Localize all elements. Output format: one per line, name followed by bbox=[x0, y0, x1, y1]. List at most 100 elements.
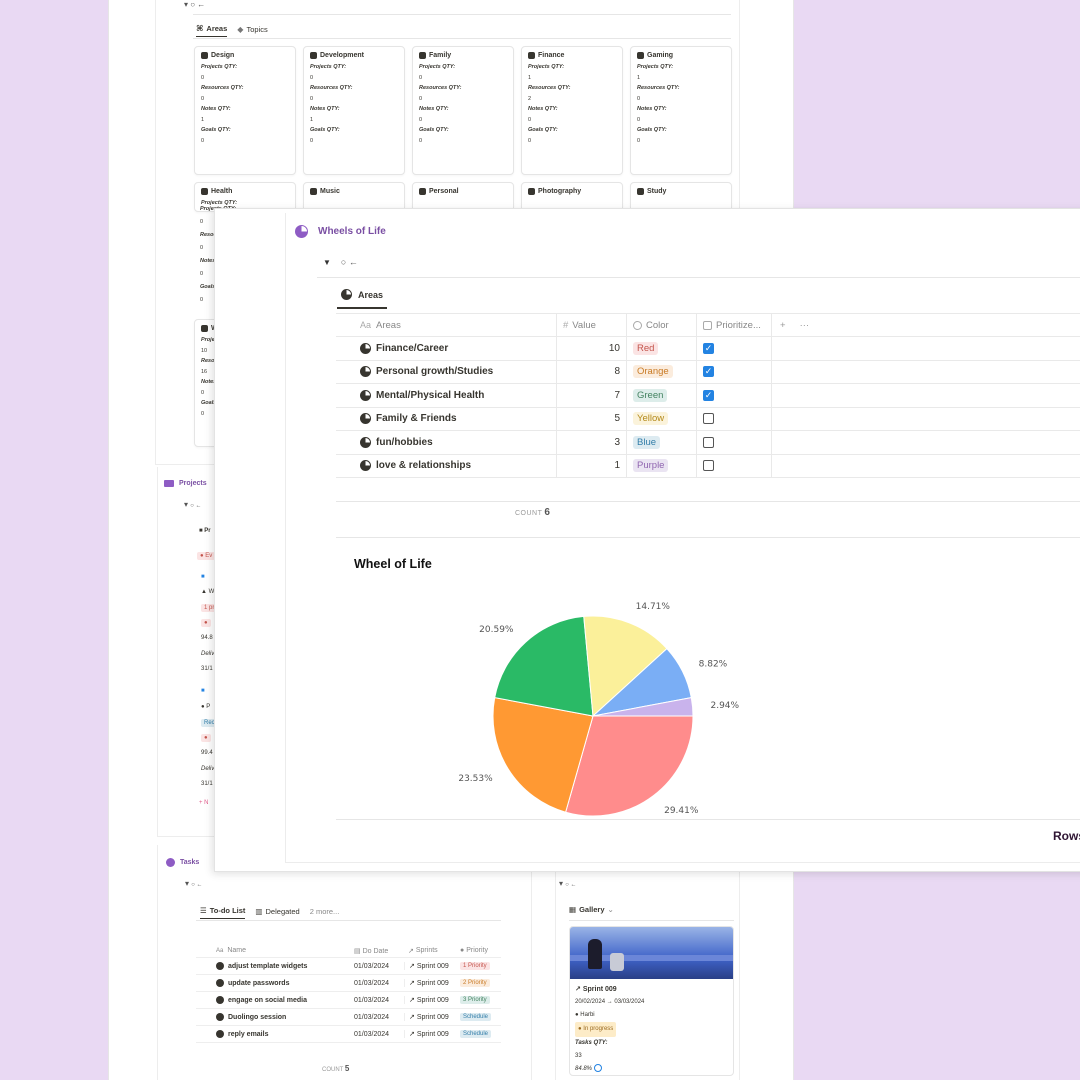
table-row[interactable]: Personal growth/Studies 8 Orange ✓ bbox=[336, 360, 1080, 384]
area-value: 1 bbox=[556, 454, 626, 477]
area-card[interactable]: Development Projects QTY: 0 Resources QTY: 0… bbox=[303, 46, 405, 175]
projects-filter-fragment[interactable]: ● Ev bbox=[197, 552, 216, 560]
tab-delegated[interactable]: ▥ Delegated bbox=[255, 907, 299, 919]
col-areas[interactable]: Aa Areas bbox=[336, 320, 556, 331]
table-row[interactable]: fun/hobbies 3 Blue bbox=[336, 431, 1080, 455]
col-sprints[interactable]: ↗ Sprints bbox=[404, 947, 456, 955]
check-circle-icon bbox=[216, 979, 224, 987]
column-label: Sprints bbox=[415, 947, 438, 954]
page-title[interactable]: Wheels of Life bbox=[295, 225, 386, 238]
wheel-of-life-pie-chart: 29.41% 23.53% 20.59% 14.71% 8.82% 2.94% bbox=[458, 602, 740, 817]
tasks-title-text: Tasks bbox=[180, 859, 200, 866]
briefcase-icon bbox=[201, 325, 208, 332]
col-name[interactable]: Aa Name bbox=[196, 947, 354, 954]
prioritize-checkbox[interactable]: ✓ bbox=[703, 366, 714, 378]
tab-todo-list[interactable]: ☰ To-do List bbox=[200, 906, 246, 919]
prioritize-checkbox[interactable] bbox=[703, 413, 714, 425]
tab-gallery[interactable]: ▦ Gallery ⌄ bbox=[569, 905, 614, 917]
area-card[interactable]: Family Projects QTY: 0 Resources QTY: 0 Notes… bbox=[412, 46, 514, 175]
add-column-button[interactable]: + bbox=[780, 320, 786, 331]
sprint-owner: ● Harbi bbox=[575, 1009, 728, 1022]
sprint-card[interactable]: ↗ Sprint 009 20/02/2024 → 03/03/2024 ● H… bbox=[569, 926, 734, 1076]
status-dot: ● bbox=[201, 734, 211, 742]
pie-data-label: 20.59% bbox=[479, 625, 514, 635]
rows-label: Rows bbox=[1053, 829, 1080, 843]
col-do-date[interactable]: ▤ Do Date bbox=[354, 947, 404, 955]
tab-areas[interactable]: ⌘ Areas bbox=[196, 24, 228, 37]
count-label: COUNT bbox=[322, 1067, 344, 1073]
sprint-text: Sprint 009 bbox=[416, 1030, 449, 1038]
field-value: 0 bbox=[310, 75, 314, 81]
gallery-tabs: ▦ Gallery ⌄ bbox=[569, 905, 614, 917]
count-label: COUNT bbox=[515, 510, 543, 517]
projects-title[interactable]: Projects bbox=[164, 480, 207, 487]
table-row[interactable]: engage on social media 01/03/2024 ↗ Sprint … bbox=[196, 992, 501, 1009]
table-row[interactable]: adjust template widgets 01/03/2024 ↗ Sprint… bbox=[196, 958, 501, 975]
area-card[interactable]: Gaming Projects QTY: 1 Resources QTY: 0 Notes… bbox=[630, 46, 732, 175]
wheel-toggle[interactable]: ▼ ○ ← bbox=[323, 257, 358, 267]
table-row[interactable]: Mental/Physical Health 7 Green ✓ bbox=[336, 384, 1080, 408]
col-color[interactable]: Color bbox=[626, 314, 696, 336]
column-label: Priority bbox=[466, 947, 488, 954]
tasks-title[interactable]: Tasks bbox=[166, 858, 199, 867]
area-value: 3 bbox=[556, 431, 626, 454]
table-row[interactable]: Duolingo session 01/03/2024 ↗ Sprint 009 Sch… bbox=[196, 1009, 501, 1026]
table-row[interactable]: love & relationships 1 Purple bbox=[336, 454, 1080, 478]
runner-icon: ↗ bbox=[408, 947, 414, 955]
task-date: 01/03/2024 bbox=[354, 1013, 390, 1021]
runner-icon: ↗ bbox=[409, 1031, 415, 1038]
table-row[interactable]: reply emails 01/03/2024 ↗ Sprint 009 Schedul… bbox=[196, 1026, 501, 1043]
new-project-fragment[interactable]: + N bbox=[199, 800, 209, 806]
tab-more[interactable]: 2 more... bbox=[310, 907, 340, 919]
sprints-toggle[interactable]: ▾ ○ ← bbox=[559, 879, 577, 888]
divider bbox=[317, 277, 1080, 278]
field-value: 0 bbox=[419, 117, 423, 123]
prioritize-checkbox[interactable]: ✓ bbox=[703, 342, 714, 354]
field-label: Notes QTY: bbox=[310, 106, 340, 112]
area-name: Mental/Physical Health bbox=[336, 389, 556, 401]
column-label: Prioritize... bbox=[716, 319, 761, 331]
projects-tab-fragment[interactable]: ■ Pr bbox=[199, 528, 211, 534]
prioritize-checkbox[interactable]: ✓ bbox=[703, 389, 714, 401]
check-circle-icon bbox=[216, 1013, 224, 1021]
project-fragment: ▲ W bbox=[201, 589, 215, 595]
areas-tabs: ⌘ Areas ◆ Topics bbox=[196, 24, 268, 37]
pie-chart-icon bbox=[360, 460, 371, 472]
divider bbox=[569, 920, 734, 921]
runner-icon: ↗ bbox=[409, 963, 415, 970]
card-title-text: Music bbox=[320, 188, 340, 195]
area-card[interactable]: Design Projects QTY: 0 Resources QTY: 0 Notes… bbox=[194, 46, 296, 175]
card-title: Health bbox=[201, 188, 289, 195]
tasks-rows: adjust template widgets 01/03/2024 ↗ Sprint… bbox=[196, 958, 501, 1043]
task-name: engage on social media bbox=[196, 996, 354, 1004]
area-icon bbox=[419, 52, 426, 59]
area-name: fun/hobbies bbox=[336, 436, 556, 448]
col-prioritize[interactable]: Prioritize... bbox=[696, 314, 772, 336]
tasks-toggle[interactable]: ▾ ○ ← bbox=[185, 879, 203, 888]
col-value[interactable]: # Value bbox=[556, 314, 626, 336]
field-value: 1 bbox=[201, 117, 205, 123]
progress-ring-icon bbox=[593, 1064, 602, 1073]
table-row[interactable]: Family & Friends 5 Yellow bbox=[336, 407, 1080, 431]
runner-icon: ↗ bbox=[409, 980, 415, 987]
more-options-button[interactable]: ··· bbox=[800, 320, 810, 331]
table-row[interactable]: update passwords 01/03/2024 ↗ Sprint 009 2 P… bbox=[196, 975, 501, 992]
prioritize-checkbox[interactable] bbox=[703, 460, 714, 472]
table-row[interactable]: Finance/Career 10 Red ✓ bbox=[336, 337, 1080, 361]
tab-areas-main[interactable]: Areas bbox=[337, 289, 388, 309]
area-prioritize bbox=[696, 431, 772, 454]
pie-chart-icon bbox=[341, 289, 352, 300]
progress-text: 84.8% bbox=[575, 1066, 593, 1072]
area-card[interactable]: Finance Projects QTY: 1 Resources QTY: 2 Note… bbox=[521, 46, 623, 175]
prioritize-checkbox[interactable] bbox=[703, 436, 714, 448]
areas-table: Aa Areas # Value Color Prioritize... + ··· … bbox=[336, 313, 1080, 478]
tab-topics[interactable]: ◆ Topics bbox=[237, 25, 267, 37]
projects-toggle[interactable]: ▾ ○ ← bbox=[184, 500, 202, 509]
column-label: Value bbox=[572, 319, 596, 331]
card-title: Design bbox=[201, 52, 289, 59]
tab-label: Gallery bbox=[579, 905, 605, 914]
col-priority[interactable]: ● Priority bbox=[456, 947, 501, 954]
areas-toggle[interactable]: ▾ ○ ← bbox=[184, 0, 205, 9]
field-label: Resources QTY: bbox=[310, 85, 353, 91]
pie-chart-icon bbox=[360, 436, 371, 448]
